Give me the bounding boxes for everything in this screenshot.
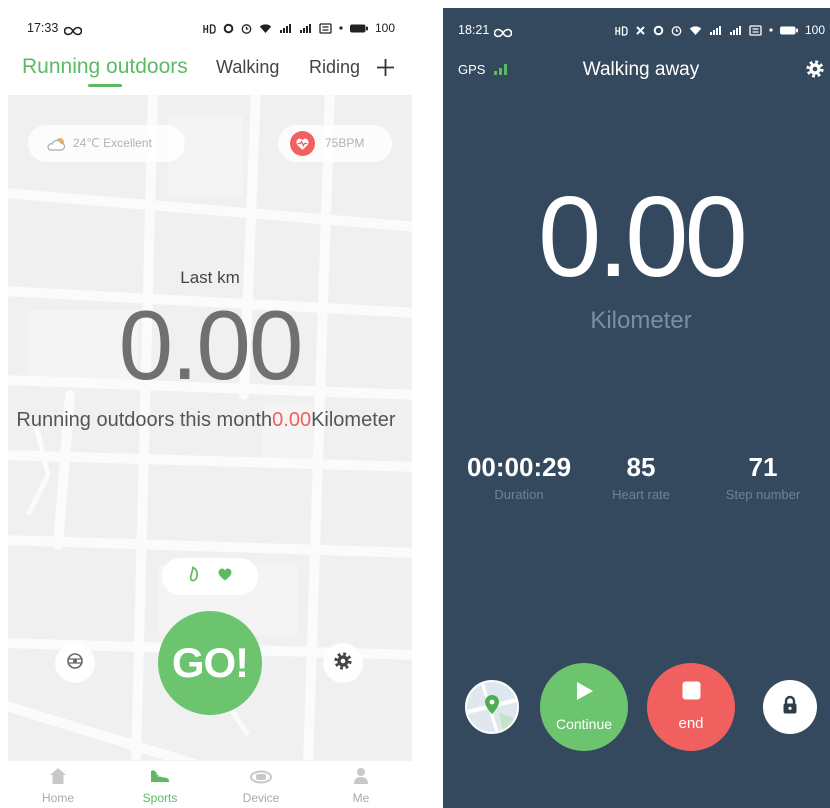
mode-switch[interactable] xyxy=(162,558,258,595)
infinity-icon xyxy=(493,25,513,43)
nfc-icon xyxy=(749,24,762,36)
continue-button[interactable]: Continue xyxy=(540,663,628,751)
battery-level: 100 xyxy=(374,21,395,35)
nav-device-label: Device xyxy=(242,791,280,805)
stat-step-number-value: 71 xyxy=(748,452,778,482)
continue-label: Continue xyxy=(555,716,613,732)
play-icon xyxy=(540,680,628,702)
status-time: 17:33 xyxy=(27,21,59,35)
tab-riding[interactable]: Riding xyxy=(309,56,359,78)
end-label: end xyxy=(678,715,704,732)
nav-sports[interactable]: Sports xyxy=(120,761,200,808)
nav-me[interactable]: Me xyxy=(321,761,401,808)
nav-device[interactable]: Device xyxy=(221,761,301,808)
shoe-icon[interactable] xyxy=(187,566,201,587)
heart-rate-badge: 75BPM xyxy=(278,125,392,162)
sports-icon xyxy=(120,766,200,786)
stat-heart-rate-label: Heart rate xyxy=(612,487,670,502)
stat-heart-rate: 85 Heart rate xyxy=(581,452,701,503)
mute-icon xyxy=(635,25,646,36)
nav-home[interactable]: Home xyxy=(18,761,98,808)
signal-icon xyxy=(709,25,722,36)
heart-rate-text: 75BPM xyxy=(325,136,365,150)
end-button[interactable]: end xyxy=(647,663,735,751)
settings-button[interactable] xyxy=(323,643,363,683)
walking-session-screen: 18:21 100 GPS Walking away 0.00 Kilomete… xyxy=(443,8,830,808)
status-time: 18:21 xyxy=(458,23,490,37)
alarm-icon xyxy=(241,23,252,34)
lock-button[interactable] xyxy=(763,680,817,734)
hd-icon xyxy=(615,25,628,36)
heart-rate-icon xyxy=(290,131,315,161)
tab-running-outdoors[interactable]: Running outdoors xyxy=(22,55,188,79)
outdoor-sports-screen: 17:33 100 Running outdoors Walking Ridin… xyxy=(0,0,420,808)
weather-text: 24℃ Excellent xyxy=(73,136,152,150)
go-button[interactable]: GO! xyxy=(158,611,262,715)
map-button[interactable] xyxy=(465,680,519,734)
weather-badge: 24℃ Excellent xyxy=(28,125,185,162)
month-summary-prefix: Running outdoors this month xyxy=(16,409,273,431)
distance-value: 0.00 xyxy=(538,174,748,301)
active-tab-indicator xyxy=(88,84,122,87)
stat-step-number-label: Step number xyxy=(725,487,801,502)
month-summary-value: 0.00 xyxy=(272,409,312,431)
alarm-icon xyxy=(671,25,682,36)
nav-sports-label: Sports xyxy=(142,791,178,805)
stat-duration: 00:00:29 Duration xyxy=(459,452,579,503)
battery-level: 100 xyxy=(804,23,825,37)
bottom-navigation: Home Sports Device Me xyxy=(8,760,412,808)
stat-heart-rate-value: 85 xyxy=(626,452,656,482)
sync-icon xyxy=(223,23,234,34)
nav-me-label: Me xyxy=(352,791,370,805)
lock-icon xyxy=(781,695,799,720)
device-icon xyxy=(221,766,301,786)
map-icon xyxy=(467,682,517,732)
me-icon xyxy=(321,766,401,786)
sync-icon xyxy=(653,25,664,36)
status-icons: 100 xyxy=(583,23,825,37)
gear-icon[interactable] xyxy=(806,60,824,83)
signal-icon-2 xyxy=(729,25,742,36)
gear-icon xyxy=(334,651,352,675)
nfc-icon xyxy=(319,22,332,34)
locate-icon xyxy=(66,652,84,675)
stat-step-number: 71 Step number xyxy=(703,452,823,503)
infinity-icon xyxy=(63,23,83,41)
signal-icon-2 xyxy=(299,23,312,34)
locate-button[interactable] xyxy=(55,643,95,683)
month-summary-unit: Kilometer xyxy=(311,409,396,431)
home-icon xyxy=(18,766,98,786)
heart-icon[interactable] xyxy=(217,567,233,586)
stop-icon xyxy=(647,681,735,700)
battery-icon xyxy=(779,26,798,35)
stat-duration-label: Duration xyxy=(494,487,544,502)
stat-duration-value: 00:00:29 xyxy=(466,452,572,482)
distance-value: 0.00 xyxy=(118,290,304,400)
dot-icon xyxy=(339,26,343,30)
tab-walking[interactable]: Walking xyxy=(216,56,279,78)
page-title: Walking away xyxy=(582,59,700,80)
hd-icon xyxy=(203,23,216,34)
month-summary: Running outdoors this month0.00Kilometer xyxy=(0,408,412,432)
wifi-icon xyxy=(259,23,272,34)
signal-icon xyxy=(279,23,292,34)
last-km-label: Last km xyxy=(180,268,240,287)
battery-icon xyxy=(349,24,368,33)
wifi-icon xyxy=(689,25,702,36)
nav-home-label: Home xyxy=(41,791,74,805)
plus-icon[interactable] xyxy=(376,58,395,82)
status-icons: 100 xyxy=(176,21,395,35)
cloud-sun-icon xyxy=(46,136,68,157)
distance-unit: Kilometer xyxy=(590,307,692,334)
dot-icon xyxy=(769,28,773,32)
